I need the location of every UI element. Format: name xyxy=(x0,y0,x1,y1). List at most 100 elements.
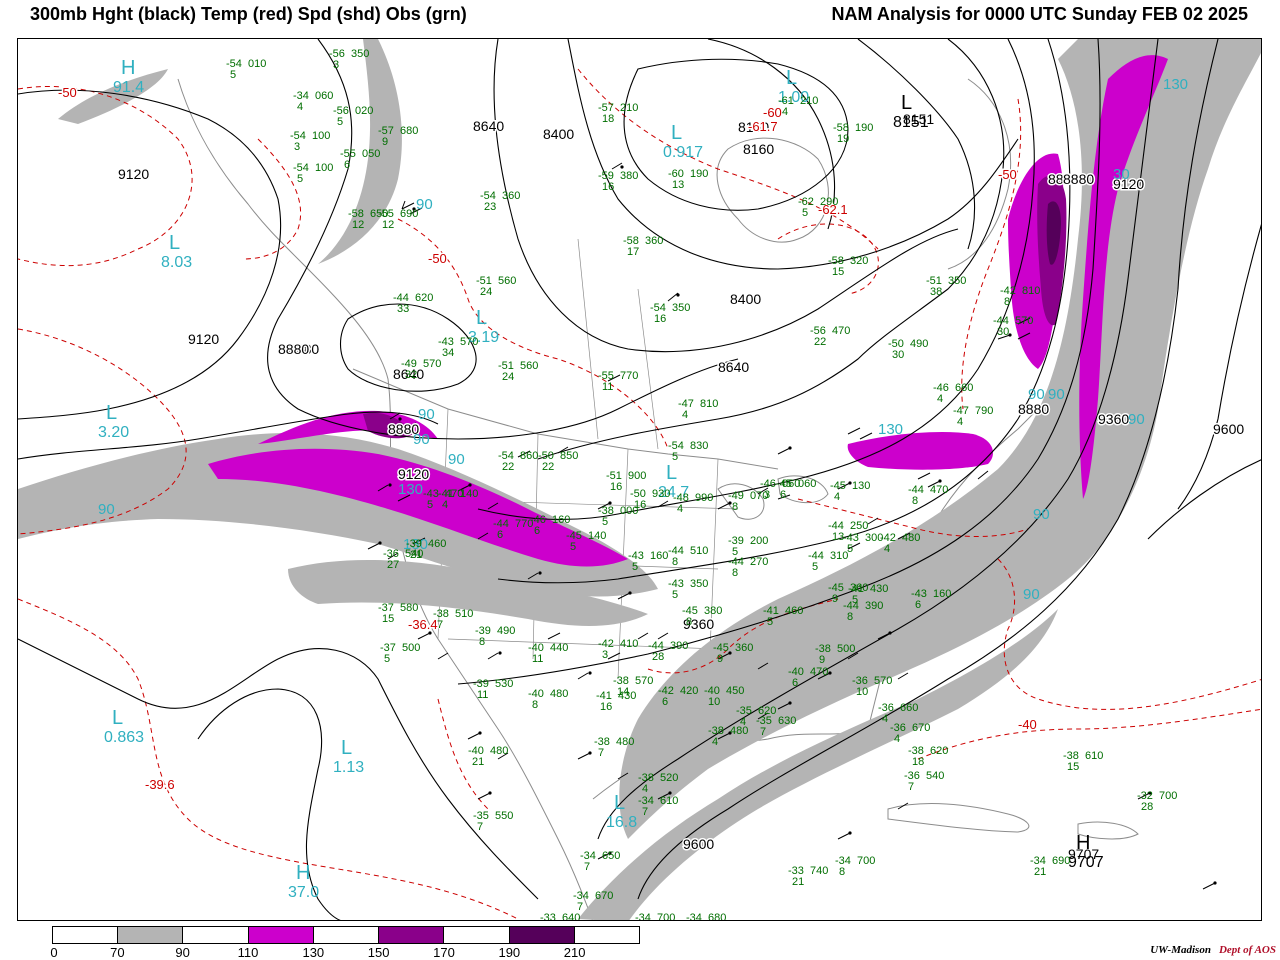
obs-height: 060 xyxy=(798,478,816,490)
station-observation: -34 7008 xyxy=(835,855,875,878)
height-label: 9120 xyxy=(188,331,219,347)
obs-dewpoint-depression: 21 xyxy=(1034,866,1046,878)
map-frame: 9120 9120 8880 8640 8400 8160 8160 8640 8400 8640… xyxy=(17,38,1262,921)
station-observation: -34 69021 xyxy=(1030,855,1070,878)
obs-dewpoint-depression: 4 xyxy=(740,716,746,728)
station-dot xyxy=(828,671,832,675)
height-contour xyxy=(18,89,282,420)
obs-dewpoint-depression: 8 xyxy=(1004,296,1010,308)
station-observation: -49 0708 xyxy=(728,490,768,513)
height-label: 9600 xyxy=(1213,421,1244,437)
obs-height: 390 xyxy=(670,640,688,652)
station-dot xyxy=(488,791,492,795)
obs-dewpoint-depression: 28 xyxy=(652,651,664,663)
pressure-center-letter: L xyxy=(112,707,123,729)
station-dot xyxy=(676,293,680,297)
obs-height: 100 xyxy=(315,162,333,174)
obs-dewpoint-depression: 10 xyxy=(856,686,868,698)
obs-height: 570 xyxy=(1015,315,1033,327)
temperature-label: -60 xyxy=(763,105,782,120)
obs-dewpoint-depression: 8 xyxy=(912,495,918,507)
obs-dewpoint-depression: 15 xyxy=(1067,761,1079,773)
station-observation: -40 48021 xyxy=(468,745,508,768)
obs-height: 310 xyxy=(830,550,848,562)
station-observation: -39 4908 xyxy=(475,625,515,648)
obs-height: 250 xyxy=(850,520,868,532)
obs-dewpoint-depression: 6 xyxy=(915,599,921,611)
obs-dewpoint-depression: 7 xyxy=(584,861,590,873)
station-observation: -46 6604 xyxy=(933,382,973,405)
obs-dewpoint-depression: 21 xyxy=(792,876,804,888)
obs-dewpoint-depression: 7 xyxy=(908,781,914,793)
obs-height: 810 xyxy=(700,398,718,410)
obs-dewpoint-depression: 6 xyxy=(792,677,798,689)
height-contour xyxy=(623,58,849,211)
obs-height: 510 xyxy=(455,608,473,620)
obs-dewpoint-depression: 5 xyxy=(632,561,638,573)
pressure-center-letter: H xyxy=(121,57,135,79)
station-observation: -51 56024 xyxy=(498,360,538,383)
obs-dewpoint-depression: 11 xyxy=(477,689,488,701)
obs-dewpoint-depression: 12 xyxy=(352,219,364,231)
colorbar-tick-label: 190 xyxy=(498,945,521,960)
obs-dewpoint-depression: 38 xyxy=(930,286,942,298)
colorbar-segment xyxy=(509,927,575,943)
station-observation: -336407 xyxy=(540,912,580,920)
obs-height: 660 xyxy=(955,382,973,394)
height-label: 8880 xyxy=(1063,171,1094,187)
temp-contour xyxy=(18,86,193,267)
obs-height: 510 xyxy=(690,545,708,557)
obs-dewpoint-depression: 28 xyxy=(1141,801,1153,813)
temperature-label: -50 xyxy=(58,85,77,100)
pressure-center-value: 3.20 xyxy=(98,424,129,441)
station-dot xyxy=(588,671,592,675)
obs-height: 200 xyxy=(750,535,768,547)
obs-dewpoint-depression: 8 xyxy=(532,699,538,711)
obs-dewpoint-depression: 8 xyxy=(686,616,692,628)
station-dot xyxy=(848,831,852,835)
credit-line: UW-Madison Dept of AOS xyxy=(1150,944,1276,956)
obs-dewpoint-depression: 5 xyxy=(852,594,858,606)
station-observation: -51 56024 xyxy=(476,275,516,298)
station-observation: -346807 xyxy=(686,912,726,920)
station-observation: -44 39028 xyxy=(648,640,688,663)
obs-height: 480 xyxy=(902,532,920,544)
obs-height: 190 xyxy=(690,168,708,180)
obs-dewpoint-depression: 4 xyxy=(894,733,900,745)
pressure-center: L1.13 xyxy=(333,737,364,776)
colorbar-tick-label: 130 xyxy=(302,945,325,960)
obs-dewpoint-depression: 6 xyxy=(534,525,540,537)
station-observation: -40 44011 xyxy=(528,642,568,665)
obs-dewpoint-depression: 5 xyxy=(427,499,433,511)
pressure-center: H91.4 xyxy=(113,57,144,96)
obs-dewpoint-depression: 3 xyxy=(602,649,608,661)
obs-height: 350 xyxy=(948,275,966,287)
obs-dewpoint-depression: 4 xyxy=(937,393,943,405)
height-label: 9360 xyxy=(1098,411,1129,427)
station-dot xyxy=(888,631,892,635)
colorbar-segment xyxy=(313,927,380,943)
obs-height: 680 xyxy=(400,125,418,137)
speed-label: 30 xyxy=(1113,166,1130,183)
obs-dewpoint-depression: 6 xyxy=(662,696,668,708)
station-observation: -38 62018 xyxy=(908,745,948,768)
speed-label: 90 xyxy=(98,501,115,518)
obs-height: 540 xyxy=(405,548,423,560)
station-observation: -47 8104 xyxy=(678,398,718,421)
station-observation: -59 38016 xyxy=(598,170,638,193)
obs-dewpoint-depression: 5 xyxy=(384,653,390,665)
speed-label: 90 xyxy=(1028,386,1045,403)
height-label: 8880 xyxy=(1018,401,1049,417)
station-dot xyxy=(478,731,482,735)
obs-height: 790 xyxy=(975,405,993,417)
colorbar-tick-label: 150 xyxy=(367,945,390,960)
colorbar-segment xyxy=(183,927,249,943)
obs-dewpoint-depression: 7 xyxy=(477,821,483,833)
obs-height: 570 xyxy=(874,675,892,687)
station-observation: -40 4808 xyxy=(528,688,568,711)
credit-org: UW-Madison xyxy=(1150,944,1211,956)
station-observation: -35 5507 xyxy=(473,810,513,833)
obs-height: 270 xyxy=(750,556,768,568)
obs-dewpoint-depression: 4 xyxy=(884,543,890,555)
obs-dewpoint-depression: 3 xyxy=(294,141,300,153)
